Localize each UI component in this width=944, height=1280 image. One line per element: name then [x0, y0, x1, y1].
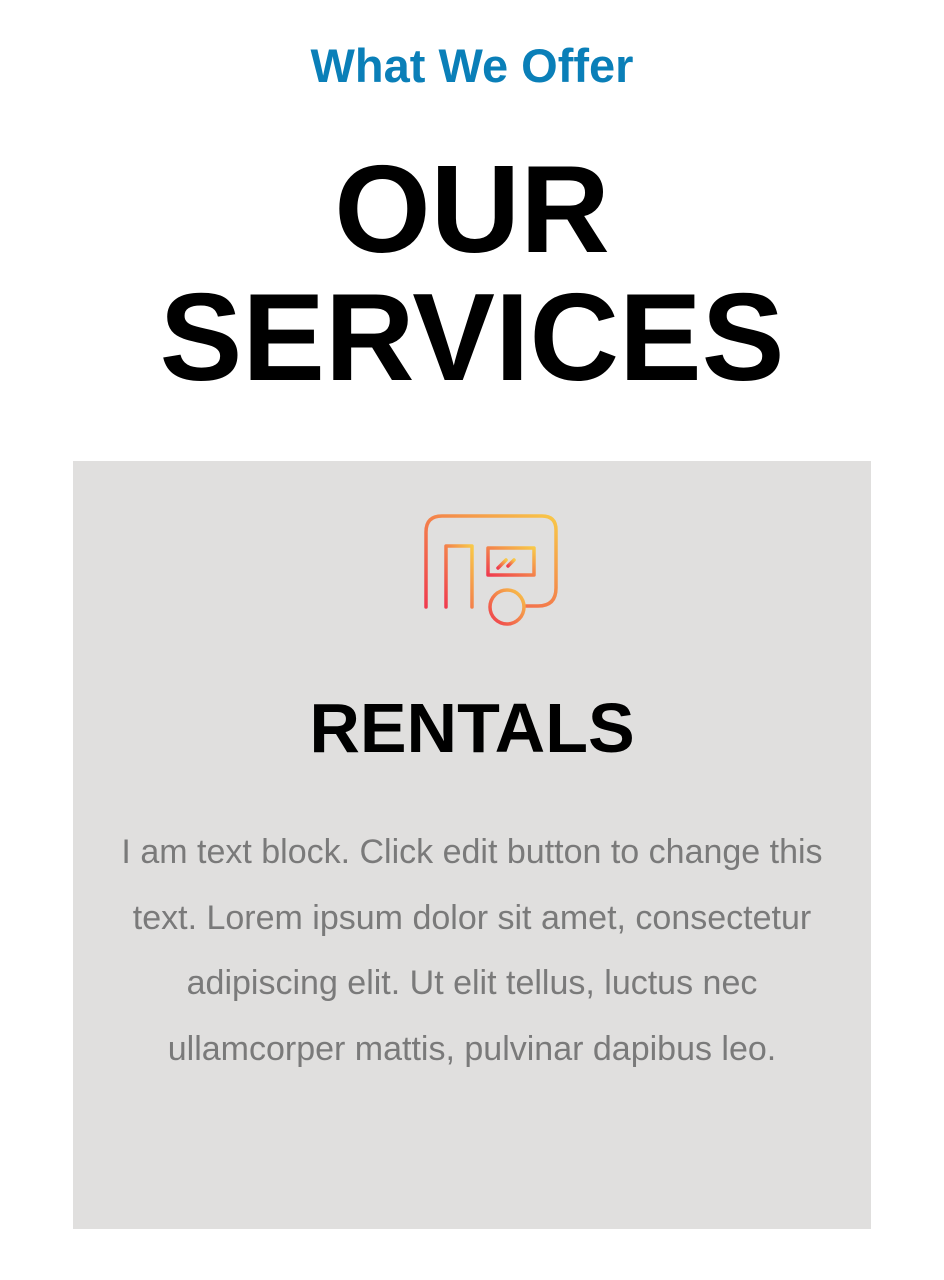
- service-card-title: RENTALS: [309, 689, 635, 767]
- services-page: What We Offer OUR SERVICES RENTALS I am …: [0, 0, 944, 1280]
- section-title-line-1: OUR: [334, 141, 610, 279]
- section-title-line-2: SERVICES: [159, 269, 785, 407]
- section-eyebrow: What We Offer: [310, 39, 634, 92]
- camper-trailer-icon: [392, 514, 558, 628]
- service-card-text: I am text block. Click edit button to ch…: [121, 833, 823, 1068]
- section-title: OUR SERVICES: [0, 146, 944, 402]
